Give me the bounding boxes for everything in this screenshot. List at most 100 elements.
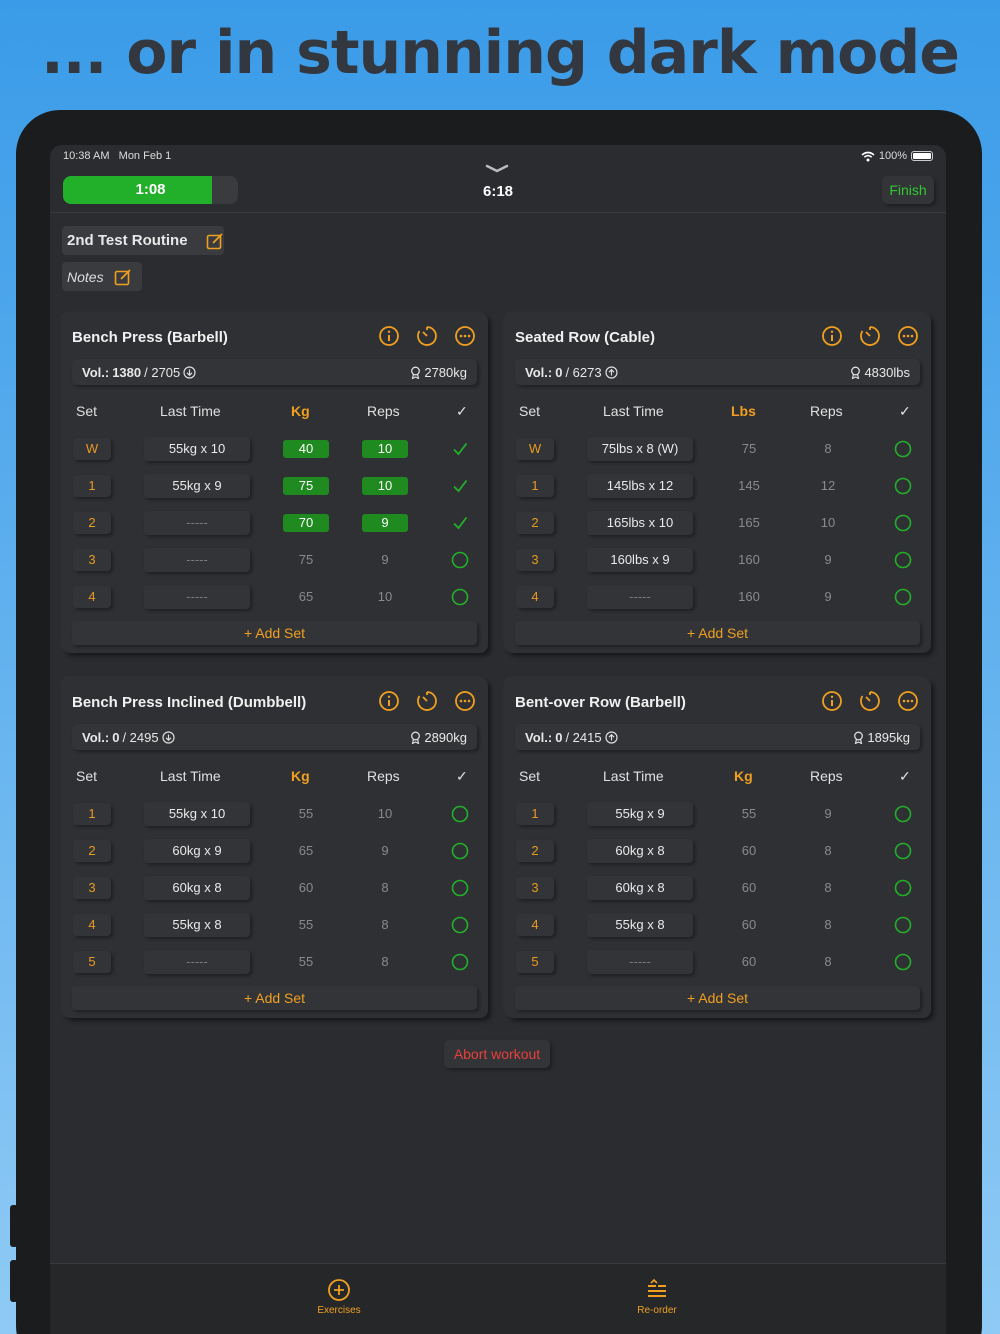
weight-input[interactable]: 75: [726, 440, 772, 458]
add-set-button[interactable]: + Add Set: [72, 986, 477, 1010]
weight-input[interactable]: 145: [726, 477, 772, 495]
reps-input[interactable]: 9: [362, 551, 408, 569]
complete-circle-icon[interactable]: [894, 953, 912, 971]
complete-circle-icon[interactable]: [894, 477, 912, 495]
set-number[interactable]: 5: [516, 951, 554, 973]
more-icon[interactable]: [897, 325, 919, 347]
set-number[interactable]: 2: [73, 840, 111, 862]
exercise-name[interactable]: Bench Press (Barbell): [72, 329, 228, 346]
last-time-value[interactable]: 60kg x 9: [144, 839, 250, 863]
more-icon[interactable]: [454, 690, 476, 712]
complete-circle-icon[interactable]: [451, 551, 469, 569]
last-time-value[interactable]: 60kg x 8: [144, 876, 250, 900]
rest-timer[interactable]: 1:08: [63, 176, 238, 204]
last-time-value[interactable]: 55kg x 9: [587, 802, 693, 826]
complete-circle-icon[interactable]: [894, 551, 912, 569]
last-time-value[interactable]: 160lbs x 9: [587, 548, 693, 572]
exercise-name[interactable]: Bent-over Row (Barbell): [515, 694, 686, 711]
set-number[interactable]: W: [516, 438, 554, 460]
complete-circle-icon[interactable]: [451, 916, 469, 934]
reps-input[interactable]: 8: [805, 916, 851, 934]
complete-circle-icon[interactable]: [451, 588, 469, 606]
set-number[interactable]: 1: [73, 475, 111, 497]
timer-icon[interactable]: [416, 690, 438, 712]
set-number[interactable]: 1: [516, 803, 554, 825]
tab-exercises[interactable]: Exercises: [279, 1278, 399, 1316]
reps-input[interactable]: 8: [805, 842, 851, 860]
set-number[interactable]: 3: [73, 877, 111, 899]
more-icon[interactable]: [897, 690, 919, 712]
weight-input[interactable]: 40: [283, 440, 329, 458]
last-time-value[interactable]: -----: [144, 548, 250, 572]
complete-circle-icon[interactable]: [451, 805, 469, 823]
reps-input[interactable]: 10: [362, 440, 408, 458]
set-number[interactable]: W: [73, 438, 111, 460]
set-number[interactable]: 1: [516, 475, 554, 497]
weight-input[interactable]: 60: [726, 842, 772, 860]
last-time-value[interactable]: 55kg x 9: [144, 474, 250, 498]
info-icon[interactable]: [378, 690, 400, 712]
reps-input[interactable]: 10: [362, 805, 408, 823]
finish-button[interactable]: Finish: [882, 176, 934, 204]
last-time-value[interactable]: 60kg x 8: [587, 839, 693, 863]
weight-input[interactable]: 55: [726, 805, 772, 823]
last-time-value[interactable]: 55kg x 10: [144, 802, 250, 826]
weight-input[interactable]: 75: [283, 477, 329, 495]
reps-input[interactable]: 9: [362, 514, 408, 532]
set-number[interactable]: 4: [73, 586, 111, 608]
reps-input[interactable]: 10: [805, 514, 851, 532]
weight-input[interactable]: 70: [283, 514, 329, 532]
reps-input[interactable]: 9: [805, 551, 851, 569]
weight-input[interactable]: 55: [283, 805, 329, 823]
weight-input[interactable]: 65: [283, 588, 329, 606]
last-time-value[interactable]: 145lbs x 12: [587, 474, 693, 498]
abort-workout-button[interactable]: Abort workout: [444, 1040, 550, 1068]
complete-circle-icon[interactable]: [894, 842, 912, 860]
reps-input[interactable]: 8: [805, 440, 851, 458]
set-number[interactable]: 5: [73, 951, 111, 973]
last-time-value[interactable]: -----: [587, 950, 693, 974]
col-unit[interactable]: Lbs: [731, 403, 756, 419]
routine-title[interactable]: 2nd Test Routine: [62, 226, 224, 255]
reps-input[interactable]: 8: [805, 879, 851, 897]
last-time-value[interactable]: -----: [144, 511, 250, 535]
info-icon[interactable]: [821, 690, 843, 712]
weight-input[interactable]: 165: [726, 514, 772, 532]
last-time-value[interactable]: 60kg x 8: [587, 876, 693, 900]
check-icon[interactable]: [451, 440, 469, 458]
last-time-value[interactable]: 75lbs x 8 (W): [587, 437, 693, 461]
complete-circle-icon[interactable]: [894, 916, 912, 934]
weight-input[interactable]: 65: [283, 842, 329, 860]
weight-input[interactable]: 60: [726, 953, 772, 971]
reps-input[interactable]: 8: [362, 953, 408, 971]
complete-circle-icon[interactable]: [894, 514, 912, 532]
last-time-value[interactable]: -----: [587, 585, 693, 609]
weight-input[interactable]: 60: [726, 879, 772, 897]
chevron-down-icon[interactable]: [485, 163, 509, 175]
check-icon[interactable]: [451, 514, 469, 532]
weight-input[interactable]: 160: [726, 588, 772, 606]
set-number[interactable]: 2: [516, 840, 554, 862]
complete-circle-icon[interactable]: [894, 805, 912, 823]
reps-input[interactable]: 12: [805, 477, 851, 495]
tab-reorder[interactable]: Re-order: [597, 1278, 717, 1316]
last-time-value[interactable]: 55kg x 10: [144, 437, 250, 461]
weight-input[interactable]: 160: [726, 551, 772, 569]
timer-icon[interactable]: [416, 325, 438, 347]
info-icon[interactable]: [821, 325, 843, 347]
weight-input[interactable]: 60: [726, 916, 772, 934]
notes-button[interactable]: Notes: [62, 262, 142, 291]
set-number[interactable]: 4: [516, 586, 554, 608]
complete-circle-icon[interactable]: [894, 440, 912, 458]
timer-icon[interactable]: [859, 325, 881, 347]
set-number[interactable]: 2: [73, 512, 111, 534]
add-set-button[interactable]: + Add Set: [515, 986, 920, 1010]
col-unit[interactable]: Kg: [291, 403, 310, 419]
timer-icon[interactable]: [859, 690, 881, 712]
set-number[interactable]: 1: [73, 803, 111, 825]
weight-input[interactable]: 55: [283, 916, 329, 934]
complete-circle-icon[interactable]: [451, 879, 469, 897]
complete-circle-icon[interactable]: [451, 953, 469, 971]
exercise-name[interactable]: Bench Press Inclined (Dumbbell): [72, 694, 306, 711]
reps-input[interactable]: 8: [805, 953, 851, 971]
